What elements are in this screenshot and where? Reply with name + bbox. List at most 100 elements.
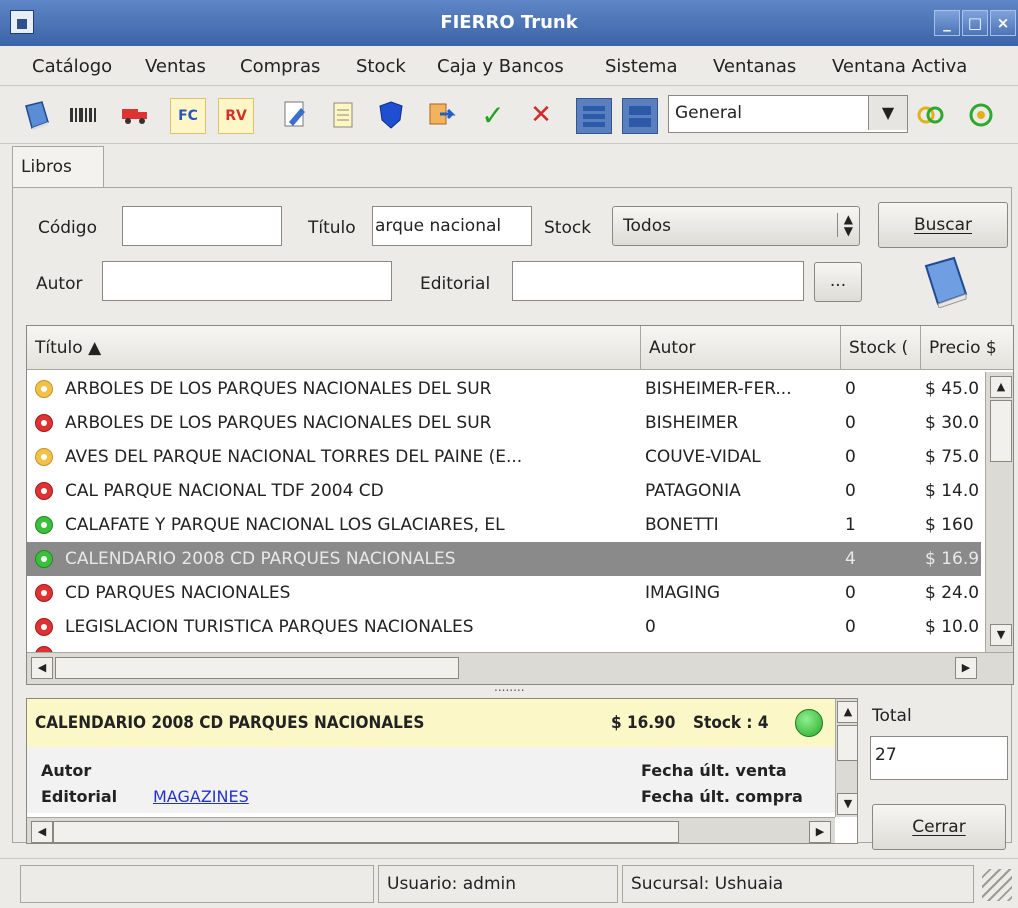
status-panel-sucursal: Sucursal: Ushuaia <box>622 865 974 903</box>
column-header-precio[interactable]: Precio $ <box>921 326 1013 370</box>
cerrar-button[interactable]: Cerrar <box>872 804 1006 850</box>
menu-ventana-activa[interactable]: Ventana Activa <box>832 56 967 77</box>
status-dot-icon <box>35 550 53 568</box>
shield-icon[interactable] <box>374 98 408 132</box>
scroll-thumb[interactable] <box>837 725 857 761</box>
document-edit-icon[interactable] <box>278 98 312 132</box>
maximize-icon[interactable]: □ <box>962 10 988 36</box>
menu-compras[interactable]: Compras <box>240 56 320 77</box>
cancel-x-icon[interactable]: ✕ <box>524 98 558 132</box>
target-icon[interactable] <box>964 98 998 132</box>
profile-combo[interactable]: General ▼ <box>668 95 908 133</box>
cell-precio: $ 30.0 <box>925 413 980 433</box>
codigo-input[interactable] <box>122 206 282 246</box>
results-table[interactable]: Título ▲ Autor Stock ( Precio $ ARBOLES … <box>26 325 1014 685</box>
codigo-label: Código <box>38 218 97 238</box>
link-rings-icon[interactable] <box>914 98 948 132</box>
editorial-browse-button[interactable]: ... <box>814 262 862 302</box>
detail-price: $ 16.90 <box>611 713 676 733</box>
column-header-autor[interactable]: Autor <box>641 326 841 370</box>
table-row[interactable]: CD PARQUES NACIONALES IMAGING 0 $ 24.0 <box>27 576 981 610</box>
menu-stock[interactable]: Stock <box>356 56 406 77</box>
menu-bar: Catálogo Ventas Compras Stock Caja y Ban… <box>0 46 1018 86</box>
cell-precio: $ 75.0 <box>925 447 980 467</box>
barcode-icon[interactable] <box>66 98 100 132</box>
table-row[interactable]: AVES DEL PARQUE NACIONAL TORRES DEL PAIN… <box>27 440 981 474</box>
stock-select[interactable]: Todos ▲ ▼ <box>612 206 860 246</box>
status-dot-icon <box>35 584 53 602</box>
chevron-down-icon[interactable]: ▼ <box>868 96 907 130</box>
table-row[interactable]: CALAFATE Y PARQUE NACIONAL LOS GLACIARES… <box>27 508 981 542</box>
status-dot-icon <box>35 414 53 432</box>
book-icon <box>920 254 972 309</box>
export-icon[interactable] <box>424 98 458 132</box>
resize-grip-icon[interactable] <box>982 869 1012 901</box>
status-panel-empty <box>20 865 374 903</box>
detail-horizontal-scrollbar[interactable]: ◀ ▶ <box>27 817 835 843</box>
editorial-label: Editorial <box>420 274 491 294</box>
detail-fecha-compra-label: Fecha últ. compra <box>641 787 803 806</box>
detail-vertical-scrollbar[interactable]: ▲ ▼ <box>835 699 857 817</box>
cell-autor: COUVE-VIDAL <box>645 447 761 467</box>
status-dot-icon <box>35 380 53 398</box>
scroll-thumb[interactable] <box>990 400 1012 462</box>
status-panel-usuario: Usuario: admin <box>378 865 618 903</box>
splitter-grip[interactable]: ........ <box>494 680 525 694</box>
cell-autor: BISHEIMER <box>645 413 739 433</box>
scroll-thumb[interactable] <box>53 821 679 843</box>
scroll-right-icon[interactable]: ▶ <box>809 821 831 843</box>
scroll-left-icon[interactable]: ◀ <box>31 657 53 679</box>
title-bar[interactable]: FIERRO Trunk _ □ × <box>0 0 1018 46</box>
view-detail-icon[interactable] <box>622 98 658 134</box>
cell-precio: $ 45.0 <box>925 379 980 399</box>
truck-icon[interactable] <box>118 98 152 132</box>
status-dot-icon <box>35 516 53 534</box>
table-row-selected[interactable]: CALENDARIO 2008 CD PARQUES NACIONALES 4 … <box>27 542 981 576</box>
titulo-label: Título <box>308 218 356 238</box>
notepad-icon[interactable] <box>326 98 360 132</box>
table-row[interactable]: CAL PARQUE NACIONAL TDF 2004 CD PATAGONI… <box>27 474 981 508</box>
total-field: 27 <box>870 736 1008 780</box>
scroll-up-icon[interactable]: ▲ <box>837 701 857 723</box>
stock-status-icon <box>795 709 823 737</box>
column-header-titulo[interactable]: Título ▲ <box>27 326 641 370</box>
menu-catalogo[interactable]: Catálogo <box>32 56 112 77</box>
book-icon[interactable] <box>20 98 54 132</box>
buscar-button[interactable]: Buscar <box>878 202 1008 248</box>
cell-stock: 0 <box>845 583 856 603</box>
invoice-rv-icon[interactable]: RV <box>218 98 254 134</box>
confirm-check-icon[interactable]: ✓ <box>476 98 510 132</box>
view-list-icon[interactable] <box>576 98 612 134</box>
editorial-input[interactable] <box>512 261 804 301</box>
minimize-icon[interactable]: _ <box>934 10 960 36</box>
scroll-down-icon[interactable]: ▼ <box>837 793 857 815</box>
scroll-left-icon[interactable]: ◀ <box>31 821 53 843</box>
menu-ventanas[interactable]: Ventanas <box>713 56 796 77</box>
editorial-link[interactable]: MAGAZINES <box>153 787 249 806</box>
status-bar: Usuario: admin Sucursal: Ushuaia <box>0 858 1018 908</box>
scroll-down-icon[interactable]: ▼ <box>990 624 1012 646</box>
menu-sistema[interactable]: Sistema <box>605 56 678 77</box>
scroll-right-icon[interactable]: ▶ <box>955 657 977 679</box>
menu-ventas[interactable]: Ventas <box>145 56 206 77</box>
table-row[interactable]: ARBOLES DE LOS PARQUES NACIONALES DEL SU… <box>27 372 981 406</box>
cell-titulo: ARBOLES DE LOS PARQUES NACIONALES DEL SU… <box>65 379 492 399</box>
detail-editorial-label: Editorial <box>41 787 118 806</box>
cell-precio: $ 10.0 <box>925 617 980 637</box>
scroll-thumb[interactable] <box>55 657 459 679</box>
cell-autor: BONETTI <box>645 515 719 535</box>
invoice-fc-icon[interactable]: FC <box>170 98 206 134</box>
close-icon[interactable]: × <box>990 10 1016 36</box>
scroll-up-icon[interactable]: ▲ <box>990 376 1012 398</box>
table-row[interactable]: ARBOLES DE LOS PARQUES NACIONALES DEL SU… <box>27 406 981 440</box>
table-vertical-scrollbar[interactable]: ▲ ▼ <box>985 372 1013 652</box>
table-row[interactable]: LEGISLACION TURISTICA PARQUES NACIONALES… <box>27 610 981 644</box>
autor-input[interactable] <box>102 261 392 301</box>
menu-caja-bancos[interactable]: Caja y Bancos <box>437 56 564 77</box>
cell-titulo: CAL PARQUE NACIONAL TDF 2004 CD <box>65 481 384 501</box>
cell-titulo: LEGISLACION TURISTICA PARQUES NACIONALES <box>65 617 474 637</box>
tab-libros[interactable]: Libros <box>12 146 104 188</box>
titulo-input[interactable]: arque nacional <box>372 206 532 246</box>
column-header-stock[interactable]: Stock ( <box>841 326 921 370</box>
cell-titulo: ARBOLES DE LOS PARQUES NACIONALES DEL SU… <box>65 413 492 433</box>
